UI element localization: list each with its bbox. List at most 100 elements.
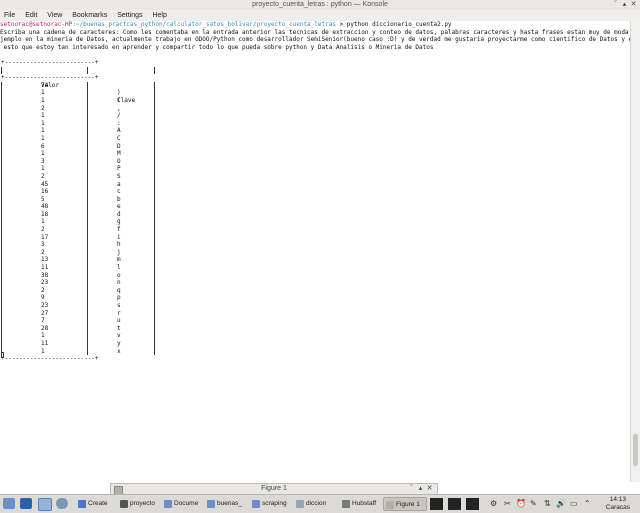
figure-window-title: Figure 1 <box>261 485 287 492</box>
intro-line-2: jemplo en la mineria de Datos, actualmen… <box>0 36 631 44</box>
cell-valor: 1 <box>41 150 45 158</box>
cell-valor: 11 <box>41 339 49 347</box>
table-row: 9p <box>1 294 155 302</box>
figure-close-icon[interactable]: ✕ <box>425 484 434 492</box>
table-row: 23 n <box>1 279 155 287</box>
cell-clave: b <box>117 195 121 203</box>
cell-valor: 3 <box>41 241 45 249</box>
cell-valor: 1 <box>41 89 45 97</box>
cell-valor: 48 <box>41 203 49 211</box>
terminal-cursor <box>1 352 4 358</box>
tray-expand-icon[interactable]: ⌃ <box>584 498 591 510</box>
cell-clave: r <box>117 309 121 317</box>
cell-clave: , <box>117 104 121 112</box>
task-icon <box>120 500 128 508</box>
cell-clave: S <box>117 172 121 180</box>
taskbar: Create proyecto Docume buenas_ scraping dicci… <box>0 494 640 513</box>
alarm-icon[interactable]: ⏰ <box>516 498 526 510</box>
cell-clave: D <box>117 142 121 150</box>
table-row: 11 y <box>1 339 155 348</box>
network-icon[interactable]: ⇅ <box>544 498 551 510</box>
cell-clave: l <box>117 264 121 272</box>
cell-clave: a <box>117 180 121 188</box>
table-row: 18 d <box>1 210 155 219</box>
task-icon <box>78 500 86 508</box>
table-row: 1g <box>1 218 155 227</box>
menu-view[interactable]: View <box>43 10 66 21</box>
table-row: 7u <box>1 317 155 325</box>
taskbar-task[interactable]: Create <box>76 497 114 511</box>
menu-settings[interactable]: Settings <box>113 10 146 21</box>
taskbar-task[interactable]: Docume <box>162 497 202 511</box>
scrollbar-thumb[interactable] <box>633 434 638 466</box>
menu-file[interactable]: File <box>0 10 19 21</box>
menu-edit[interactable]: Edit <box>21 10 41 21</box>
notes-icon[interactable]: ✎ <box>530 498 537 510</box>
cell-clave: f <box>117 226 121 234</box>
terminal-icon-3[interactable] <box>466 498 479 510</box>
close-icon[interactable]: ✕ <box>629 1 638 9</box>
cell-valor: 1 <box>41 119 45 127</box>
taskbar-task[interactable]: diccion <box>294 497 336 511</box>
figure-minimize-icon[interactable]: ˇ <box>407 485 416 492</box>
terminal-icon-2[interactable] <box>448 498 461 510</box>
cell-valor: 38 <box>41 271 49 279</box>
table-separator-bottom: +-------------------------+ <box>1 355 99 363</box>
cell-valor: 1 <box>41 165 45 173</box>
terminal-icon-1[interactable] <box>430 498 443 510</box>
cell-clave: p <box>117 294 121 302</box>
cell-valor: 2 <box>41 104 45 112</box>
clock[interactable]: 14:13 Caracas <box>606 496 630 511</box>
cell-clave: v <box>117 332 121 340</box>
table-row: 3h <box>1 241 155 249</box>
taskbar-task[interactable]: buenas_ <box>205 497 247 511</box>
browser-icon[interactable] <box>56 498 68 509</box>
terminal-output[interactable]: setnorac@setnorac-HP:~/buenas_practcas_p… <box>0 21 631 482</box>
cell-clave: ) <box>117 89 121 97</box>
cell-valor: 23 <box>41 302 49 309</box>
task-label: buenas_ <box>217 500 242 507</box>
cell-clave: c <box>117 188 121 196</box>
table-row: 6D <box>1 142 155 151</box>
table-row: 2, <box>1 104 155 113</box>
table-row: 74 <box>1 81 155 90</box>
minimize-icon[interactable]: ˇ <box>611 1 620 9</box>
table-row: 1x <box>1 347 155 356</box>
window-title: proyecto_cuenta_letras : python — Konsol… <box>252 1 388 8</box>
terminal-scrollbar[interactable] <box>630 21 640 482</box>
cell-clave: y <box>117 339 121 347</box>
menu-help[interactable]: Help <box>148 10 170 21</box>
cell-valor: 2 <box>41 226 45 234</box>
cell-clave: e <box>117 203 121 211</box>
cell-valor: 17 <box>41 233 49 241</box>
cell-valor: 27 <box>41 309 49 317</box>
cell-valor: 3 <box>41 157 45 165</box>
table-row: 5b <box>1 195 155 204</box>
cell-valor: 18 <box>41 210 49 218</box>
system-monitor-icon[interactable]: ⚙ <box>490 498 497 510</box>
figure-maximize-icon[interactable]: ▴ <box>416 484 425 492</box>
taskbar-task[interactable]: proyecto <box>118 497 158 511</box>
cell-clave: m <box>117 256 121 264</box>
taskbar-task[interactable]: scraping <box>250 497 290 511</box>
table-row: 17 i <box>1 233 155 242</box>
cell-valor: 11 <box>41 264 49 272</box>
clipboard-icon[interactable]: ✂ <box>504 498 511 510</box>
cell-clave: x <box>117 347 121 355</box>
taskbar-task[interactable]: Figure 1 <box>383 497 427 511</box>
show-desktop-icon[interactable] <box>20 498 32 509</box>
taskbar-task[interactable]: Hubstaff <box>340 497 380 511</box>
table-row: 45 a <box>1 180 155 189</box>
task-icon <box>342 500 350 508</box>
cell-clave: t <box>117 324 121 332</box>
volume-icon[interactable]: 🔊 <box>556 498 566 510</box>
files-icon[interactable] <box>38 498 52 511</box>
cell-valor: 5 <box>41 195 45 203</box>
app-menu-icon[interactable] <box>3 498 15 509</box>
maximize-icon[interactable]: ▴ <box>620 1 629 9</box>
battery-icon[interactable]: ▭ <box>570 498 578 510</box>
prompt-command: > python diccionario_cuenta2.py <box>335 21 452 28</box>
cell-valor: 13 <box>41 256 49 264</box>
figure-window-controls: ˇ ▴ ✕ <box>407 484 434 492</box>
menu-bookmarks[interactable]: Bookmarks <box>68 10 111 21</box>
